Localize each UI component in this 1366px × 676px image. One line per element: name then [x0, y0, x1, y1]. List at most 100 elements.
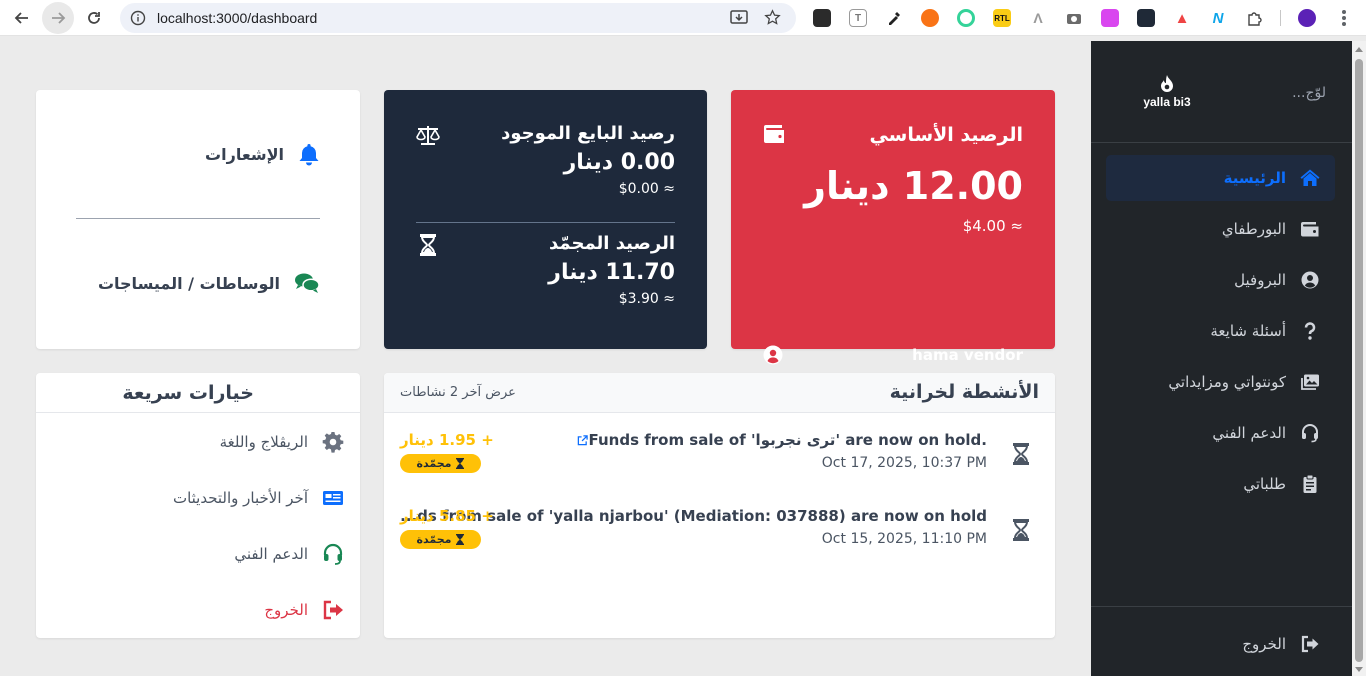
quick-option-label: الخروج: [264, 601, 308, 619]
quick-option-logout[interactable]: الخروج: [264, 599, 344, 621]
bell-icon: [299, 144, 319, 166]
question-icon: [1304, 322, 1316, 340]
sign-out-icon: [323, 600, 343, 620]
scroll-up-arrow-icon[interactable]: [1355, 47, 1363, 52]
browser-toolbar: localhost:3000/dashboard T RTL Λ ▲ N: [0, 0, 1366, 36]
extension-fire-icon[interactable]: ▲: [1173, 9, 1191, 27]
main-balance-card: الرصيد الأساسي 12.00 دينار ≈ $4.00 hama …: [731, 90, 1055, 365]
available-balance: رصيد البايع الموجود 0.00 دينار ≈ $0.00: [501, 123, 675, 197]
balance-scale-icon: [416, 126, 440, 145]
quick-option-settings[interactable]: الريڤلاج واللغة: [220, 431, 344, 453]
arrow-right-icon: [52, 12, 66, 24]
arrow-left-icon: [14, 12, 28, 24]
sidebar-item-profile[interactable]: البروفيل: [1106, 257, 1335, 303]
address-bar[interactable]: localhost:3000/dashboard: [120, 3, 796, 33]
sidebar-item-orders[interactable]: طلباتي: [1106, 461, 1335, 507]
extensions-puzzle-icon[interactable]: [1245, 9, 1263, 27]
extension-eyedropper-icon[interactable]: [885, 9, 903, 27]
hourglass-icon: [420, 234, 436, 256]
hourglass-icon: [456, 458, 465, 469]
activities-card: الأنشطة لخرانية عرض آخر 2 نشاطات Funds f…: [384, 373, 1055, 638]
hourglass-icon: [1013, 519, 1029, 541]
sidebar-logout-label: الخروج: [1242, 635, 1286, 653]
available-balance-title: رصيد البايع الموجود: [501, 123, 675, 144]
messages-label: الوساطات / الميساجات: [97, 273, 280, 293]
quick-option-news[interactable]: آخر الأخبار والتحديثات: [173, 487, 344, 509]
scroll-down-arrow-icon[interactable]: [1355, 667, 1363, 672]
scroll-thumb[interactable]: [1355, 59, 1363, 662]
extension-n-icon[interactable]: N: [1209, 9, 1227, 27]
activity-description[interactable]: Funds from sale of 'ترى نجربوا' are now …: [571, 431, 987, 449]
extension-rtl-icon[interactable]: RTL: [993, 9, 1011, 27]
sidebar-item-wallet[interactable]: البورطفاي: [1106, 206, 1335, 252]
back-button[interactable]: [6, 2, 38, 34]
sidebar-item-label: الدعم الفني: [1212, 424, 1286, 442]
sidebar-toggle[interactable]: لوّج...: [1292, 85, 1326, 101]
extension-icon-1[interactable]: [813, 9, 831, 27]
badge-label: مجمّدة: [416, 533, 452, 546]
extension-orange-icon[interactable]: [921, 9, 939, 27]
extension-text-icon[interactable]: T: [849, 9, 867, 27]
bookmark-star-icon[interactable]: [764, 9, 781, 26]
sidebar-divider: [1091, 606, 1352, 607]
sidebar-item-home[interactable]: الرئيسية: [1106, 155, 1335, 201]
extension-ring-icon[interactable]: [957, 9, 975, 27]
install-app-icon[interactable]: [730, 10, 748, 26]
info-icon[interactable]: [130, 10, 146, 26]
sidebar-item-faq[interactable]: أسئلة شايعة: [1106, 308, 1335, 354]
frozen-balance: الرصيد المجمّد 11.70 دينار ≈ $3.90: [548, 233, 675, 307]
clipboard-icon: [1303, 474, 1317, 493]
activity-time: Oct 17, 2025, 10:37 PM: [821, 455, 987, 471]
notifications-divider: [76, 218, 320, 219]
quick-option-label: الريڤلاج واللغة: [219, 433, 308, 451]
main-balance-amount: 12.00 دينار: [804, 164, 1023, 208]
hourglass-icon: [456, 534, 465, 545]
balance-divider: [416, 222, 675, 223]
main-balance-usd: ≈ $4.00: [962, 217, 1023, 235]
activities-header: الأنشطة لخرانية عرض آخر 2 نشاطات: [384, 373, 1055, 413]
comments-icon: [295, 273, 320, 293]
vendor-username: hama vendor: [912, 346, 1023, 364]
url-text[interactable]: localhost:3000/dashboard: [157, 10, 317, 26]
extension-pink-icon[interactable]: [1101, 9, 1119, 27]
frozen-balance-usd: ≈ $3.90: [618, 291, 675, 307]
sidebar-item-label: البورطفاي: [1221, 220, 1286, 238]
activity-row: Funds from sale of 'ترى نجربوا' are now …: [384, 431, 1055, 491]
activity-time: Oct 15, 2025, 11:10 PM: [821, 531, 987, 547]
extension-triangle-icon[interactable]: Λ: [1029, 9, 1047, 27]
yalla-bi3-logo[interactable]: yalla bi3: [1141, 75, 1193, 111]
logo-text: yalla bi3: [1143, 95, 1191, 109]
sidebar-brand: yalla bi3 لوّج...: [1091, 41, 1352, 143]
notifications-link[interactable]: الإشعارات: [205, 142, 320, 166]
sidebar-item-label: طلباتي: [1243, 475, 1286, 493]
sidebar-item-label: البروفيل: [1234, 271, 1286, 289]
sidebar-item-label: أسئلة شايعة: [1210, 322, 1286, 340]
extension-grid-icon[interactable]: [1137, 9, 1155, 27]
activities-title: الأنشطة لخرانية: [889, 381, 1039, 403]
quick-option-support[interactable]: الدعم الفني: [234, 543, 344, 565]
activity-amount: + 5.85 دينار: [400, 507, 494, 525]
profile-avatar-icon[interactable]: [1298, 9, 1316, 27]
browser-menu-icon[interactable]: [1336, 8, 1352, 28]
sidebar-logout[interactable]: الخروج: [1106, 621, 1335, 667]
activity-row: ...ds from sale of 'yalla njarbou' (Medi…: [384, 507, 1055, 567]
available-balance-usd: ≈ $0.00: [618, 181, 675, 197]
sidebar-item-label: الرئيسية: [1223, 169, 1286, 187]
page-scrollbar[interactable]: [1352, 41, 1366, 676]
main-balance-title: الرصيد الأساسي: [869, 124, 1023, 146]
messages-link[interactable]: الوساطات / الميساجات: [98, 272, 320, 294]
sidebar-item-listings[interactable]: كونتواتي ومزايداتي: [1106, 359, 1335, 405]
quick-options-title: خيارات سريعة: [122, 382, 254, 404]
notifications-card: الإشعارات الوساطات / الميساجات: [36, 90, 360, 349]
extension-camera-icon[interactable]: [1065, 9, 1083, 27]
sidebar-item-label: كونتواتي ومزايداتي: [1168, 373, 1286, 391]
user-circle-icon: [763, 345, 783, 365]
hourglass-icon: [1013, 443, 1029, 465]
sidebar-item-support[interactable]: الدعم الفني: [1106, 410, 1335, 456]
reload-button[interactable]: [78, 2, 110, 34]
quick-options-card: خيارات سريعة الريڤلاج واللغة آخر الأخبار…: [36, 373, 360, 638]
newspaper-icon: [323, 491, 343, 505]
forward-button[interactable]: [42, 2, 74, 34]
external-link-icon[interactable]: [577, 435, 589, 446]
toolbar-divider: [1280, 10, 1281, 26]
